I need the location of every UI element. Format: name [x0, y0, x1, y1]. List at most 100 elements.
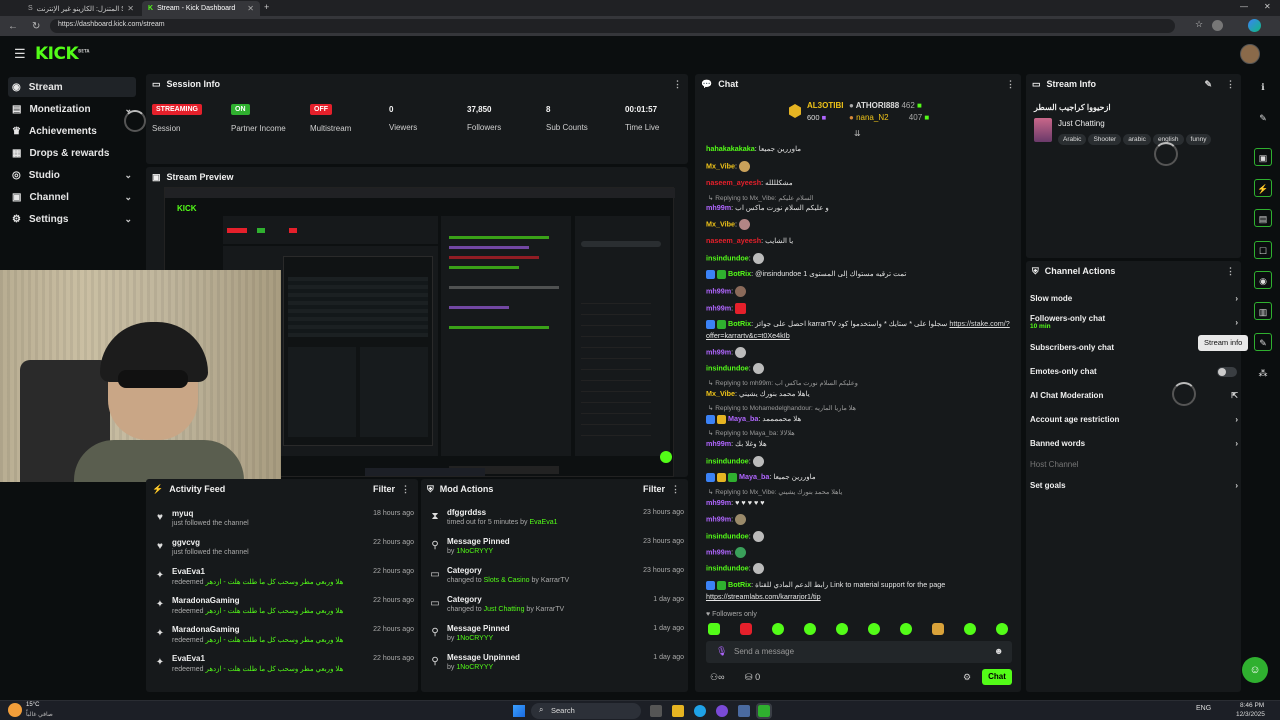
emote-icon[interactable] [772, 623, 784, 635]
tag-chip[interactable]: arabic [1123, 134, 1151, 145]
emote-icon[interactable] [740, 623, 752, 635]
expand-leaderboard-icon[interactable]: ⇊ [854, 129, 861, 138]
chat-username[interactable]: naseem_ayeesh [706, 178, 761, 187]
action-ai-moderation[interactable]: AI Chat Moderation ⇱ [1030, 391, 1238, 400]
activity-user[interactable]: EvaEva1 [172, 567, 205, 576]
chat-link[interactable]: https://streamlabs.com/karrarjor1/tip [706, 592, 821, 601]
chat-username[interactable]: insindundoe [706, 456, 749, 465]
action-set-goals[interactable]: Set goals › [1030, 481, 1238, 490]
mod-user[interactable]: 1NoCRYYY [456, 635, 493, 642]
taskbar-search[interactable]: ⌕ Search [531, 703, 641, 719]
profile-avatar-icon[interactable] [1212, 20, 1223, 31]
chat-username[interactable]: BotRix [728, 269, 751, 278]
emote-icon[interactable] [932, 623, 944, 635]
activity-user[interactable]: MaradonaGaming [172, 625, 240, 634]
favorite-icon[interactable]: ☆ [1195, 19, 1203, 30]
chat-username[interactable]: insindundoe [706, 363, 749, 372]
chat-username[interactable]: mh99m [706, 203, 731, 212]
app-icon[interactable] [716, 705, 728, 717]
emote-icon[interactable] [868, 623, 880, 635]
mic-icon[interactable]: 🎙 [716, 646, 727, 657]
user-avatar[interactable] [1240, 44, 1260, 64]
close-window-icon[interactable]: ✕ [1264, 2, 1271, 11]
kick-logo[interactable]: KICKBETA [35, 44, 89, 64]
chat-link[interactable]: https://stake.com/? [949, 319, 1009, 328]
emote-icon[interactable] [996, 623, 1008, 635]
sidebar-item-drops[interactable]: ▦ Drops & rewards [8, 143, 136, 163]
obs-icon[interactable] [756, 703, 772, 719]
browser-tab-dashboard[interactable]: K Stream - Kick Dashboard ✕ [142, 1, 260, 16]
chat-username[interactable]: mh99m [706, 303, 731, 312]
more-options-icon[interactable]: ⋮ [1006, 79, 1015, 90]
chat-username[interactable]: insindundoe [706, 253, 749, 262]
chat-settings-icon[interactable]: ⚙ [963, 672, 971, 683]
chat-username[interactable]: mh99m [706, 514, 731, 523]
activity-user[interactable]: ggvcvg [172, 538, 200, 547]
rail-edit-icon[interactable]: ✎ [1254, 109, 1272, 127]
url-field[interactable]: https://dashboard.kick.com/stream [50, 19, 1175, 33]
mod-user[interactable]: 1NoCRYYY [456, 664, 493, 671]
sidebar-item-achievements[interactable]: ♛ Achievements [8, 121, 136, 141]
chat-username[interactable]: mh99m [706, 439, 731, 448]
more-options-icon[interactable]: ⋮ [401, 484, 410, 495]
emotes-only-toggle[interactable] [1217, 367, 1237, 377]
chat-username[interactable]: mh99m [706, 547, 731, 556]
emote-icon[interactable] [900, 623, 912, 635]
emoji-icon[interactable]: ☻ [994, 646, 1003, 656]
more-options-icon[interactable]: ⋮ [1226, 266, 1235, 277]
mod-user[interactable]: 1NoCRYYY [456, 548, 493, 555]
close-tab-icon[interactable]: ✕ [127, 4, 134, 13]
chat-input[interactable]: 🎙 Send a message ☻ [706, 641, 1012, 663]
emote-icon[interactable] [964, 623, 976, 635]
rail-activity-icon[interactable]: ⚡ [1254, 179, 1272, 197]
close-tab-icon[interactable]: ✕ [247, 4, 254, 13]
category-thumbnail[interactable] [1034, 118, 1052, 142]
chat-username[interactable]: Maya_ba [728, 414, 758, 423]
leader-entry[interactable]: ● nana_N2 407 ■ [849, 113, 929, 122]
points-display[interactable]: ⛁ 0 [745, 672, 760, 683]
edge-icon[interactable] [694, 705, 706, 717]
action-banned-words[interactable]: Banned words › [1030, 439, 1238, 448]
back-icon[interactable]: ← [8, 21, 18, 32]
chat-username[interactable]: mh99m [706, 498, 731, 507]
chat-username[interactable]: Mx_Vibe [706, 389, 735, 398]
action-slow-mode[interactable]: Slow mode › [1030, 294, 1238, 303]
activity-user[interactable]: EvaEva1 [172, 654, 205, 663]
sidebar-item-studio[interactable]: ◎ Studio ⌄ [8, 165, 136, 185]
activity-user[interactable]: MaradonaGaming [172, 596, 240, 605]
chat-username[interactable]: mh99m [706, 347, 731, 356]
emote-icon[interactable] [836, 623, 848, 635]
chat-send-button[interactable]: Chat [982, 669, 1012, 685]
new-tab-icon[interactable]: + [264, 2, 269, 12]
action-account-age[interactable]: Account age restriction › [1030, 415, 1238, 424]
action-followers-only[interactable]: Followers-only chat › 10 min [1030, 314, 1238, 330]
more-options-icon[interactable]: ⋮ [671, 484, 680, 495]
app-icon[interactable] [738, 705, 750, 717]
mod-user[interactable]: EvaEva1 [530, 519, 558, 526]
language-indicator[interactable]: ENG [1196, 705, 1211, 712]
windows-start-icon[interactable] [513, 705, 525, 717]
chat-users-icon[interactable]: ⚇∞ [710, 672, 724, 683]
chat-username[interactable]: BotRix [728, 580, 751, 589]
rail-chat-icon[interactable]: ☐ [1254, 241, 1272, 259]
mod-category[interactable]: Slots & Casino [484, 577, 530, 584]
filter-button[interactable]: Filter [643, 484, 665, 494]
more-options-icon[interactable]: ⋮ [673, 79, 682, 90]
sidebar-item-monetization[interactable]: ▤ Monetization ⌄ [8, 99, 136, 119]
emote-icon[interactable] [708, 623, 720, 635]
rail-mod-icon[interactable]: ▥ [1254, 302, 1272, 320]
action-emotes-only[interactable]: Emotes-only chat [1030, 367, 1238, 377]
leader-entry[interactable]: ● ATHORI888 462 ■ [849, 101, 922, 110]
rail-add-widget-icon[interactable]: ⁂ [1254, 364, 1272, 382]
chat-username[interactable]: mh99m [706, 286, 731, 295]
rail-broadcast-icon[interactable]: ◉ [1254, 271, 1272, 289]
rail-info-icon[interactable]: ℹ [1254, 78, 1272, 96]
clock-time[interactable]: 8:46 PM [1240, 702, 1264, 709]
activity-user[interactable]: myuq [172, 509, 193, 518]
chat-link[interactable]: offer=karrartv&c=t0Xe4kIb [706, 331, 790, 340]
browser-tab-stake[interactable]: S المتنزل: الكازينو غير الإنترنت Stake ✕ [22, 1, 140, 16]
rail-session-icon[interactable]: ▤ [1254, 209, 1272, 227]
chat-username[interactable]: Mx_Vibe [706, 161, 735, 170]
stream-category[interactable]: Just Chatting [1058, 119, 1105, 128]
sidebar-item-channel[interactable]: ▣ Channel ⌄ [8, 187, 136, 207]
